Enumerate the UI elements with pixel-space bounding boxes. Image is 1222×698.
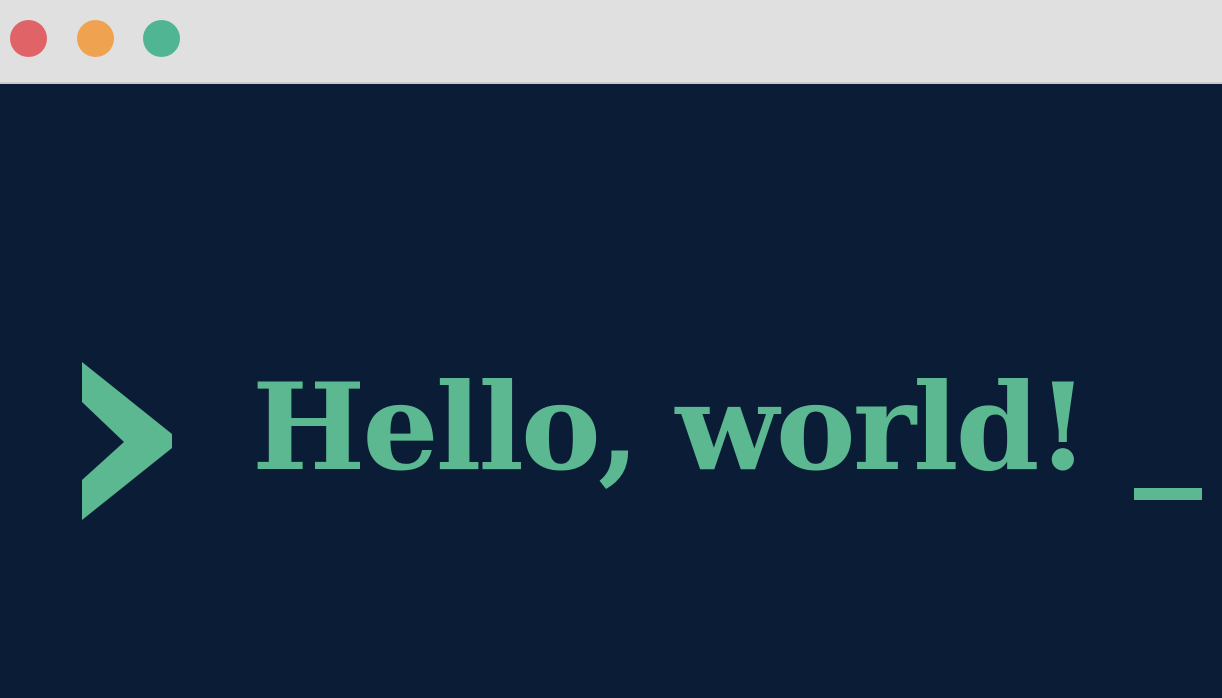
close-button[interactable]: [10, 20, 47, 57]
hello-world-text: Hello, world!: [252, 357, 1089, 498]
terminal-window: Hello, world!: [0, 0, 1222, 698]
text-cursor: [1134, 488, 1202, 500]
minimize-button[interactable]: [77, 20, 114, 57]
chevron-right-icon: [82, 362, 172, 520]
title-bar: [0, 0, 1222, 84]
terminal-content[interactable]: Hello, world!: [0, 84, 1222, 698]
maximize-button[interactable]: [143, 20, 180, 57]
